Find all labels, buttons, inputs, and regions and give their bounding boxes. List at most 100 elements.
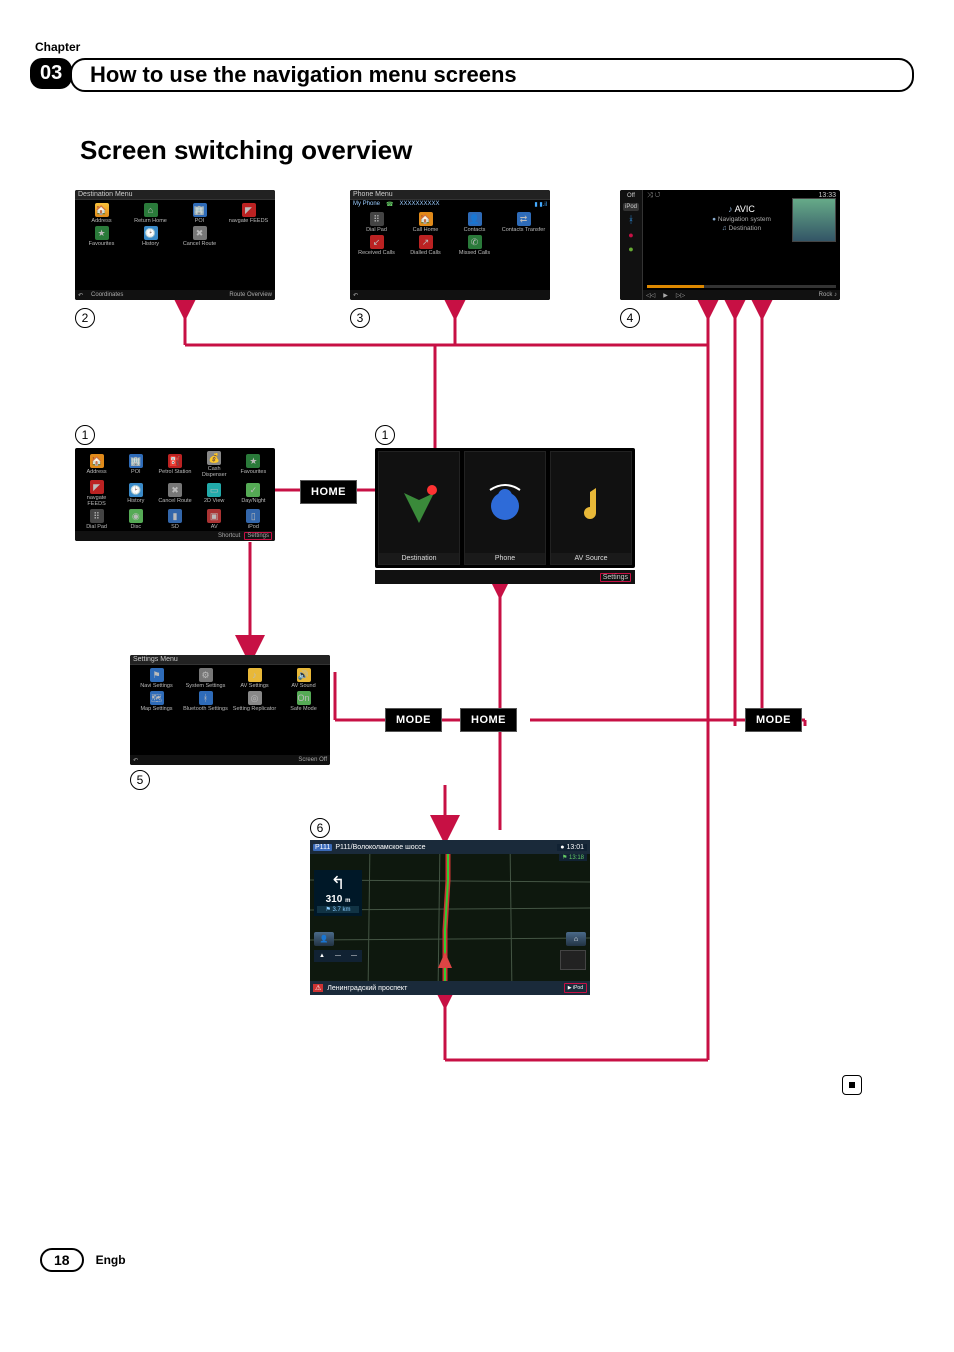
dest-item-favourites: ★Favourites	[78, 226, 125, 247]
back-icon: ↶	[353, 292, 358, 299]
signal-icon: ▮ ▮.il	[534, 201, 547, 208]
screenshot-destination-menu: Destination Menu 🏠Address ⌂Return Home 🏢…	[75, 190, 275, 300]
av-sidebar: Off iPod ᚼ ● ●	[620, 190, 643, 300]
page-number: 18	[40, 1248, 84, 1272]
dialled-calls-icon: ↗	[419, 235, 433, 249]
av-icon: ▣	[207, 509, 221, 523]
av-settings-icon: ♪	[248, 668, 262, 682]
replicator-icon: ◎	[248, 691, 262, 705]
contacts-icon: 👤	[468, 212, 482, 226]
phone-transfer: ⇄Contacts Transfer	[500, 212, 547, 233]
settings-menu-title: Settings Menu	[130, 655, 330, 665]
map-time-2: ⚑ 13:18	[559, 854, 587, 861]
chapter-title: How to use the navigation menu screens	[70, 58, 914, 92]
av-source-ipod: iPod	[623, 203, 639, 211]
road-badge: P111	[313, 844, 332, 851]
phone-contacts: 👤Contacts	[451, 212, 498, 233]
callout-1-left: 1	[75, 425, 95, 445]
dest-item-feeds: ◤navgate FEEDS	[225, 203, 272, 224]
topmenu-settings-button-highlight: Settings	[600, 573, 631, 582]
route-distance: ⚑ 3.7 km	[317, 906, 359, 913]
cancel-route-icon: ✖	[193, 226, 207, 240]
map-av-source-highlight: ▶ iPod	[564, 983, 587, 993]
callout-5: 5	[130, 770, 150, 790]
traffic-icon: ⚠	[313, 984, 323, 992]
screenshot-shortcut-menu: 🏠Address 🏢POI ⛽Petrol Station 💰Cash Disp…	[75, 448, 275, 541]
feeds-icon: ◤	[90, 480, 104, 494]
phone-received: ↙Received Calls	[353, 235, 400, 256]
chapter-number-badge: 03	[30, 58, 72, 89]
navi-settings-icon: ⚑	[150, 668, 164, 682]
mode-button-chip-right: MODE	[745, 708, 802, 732]
address-icon: 🏠	[90, 454, 104, 468]
screenshot-settings-menu: Settings Menu ⚑Navi Settings ⚙System Set…	[130, 655, 330, 765]
home-button-chip: HOME	[300, 480, 357, 504]
cancel-icon: ✖	[168, 483, 182, 497]
bluetooth-icon: ᚼ	[628, 215, 634, 226]
prev-track-icon: ◁◁	[646, 292, 655, 299]
system-settings-icon: ⚙	[199, 668, 213, 682]
screenshot-top-menu: Destination Phone AV Source	[375, 448, 635, 568]
phone-menu-header: Phone Menu	[350, 190, 550, 200]
road-name-top: P111/Волоколамское шоссе	[335, 844, 425, 851]
poi-icon: 🏢	[193, 203, 207, 217]
sd-icon: ▮	[168, 509, 182, 523]
2d-view-icon: ▭	[207, 483, 221, 497]
disc-icon: ◉	[129, 509, 143, 523]
destination-graphic-icon	[394, 478, 444, 528]
turn-arrow-icon: ↰	[317, 873, 359, 894]
page-footer: 18 Engb	[40, 1248, 126, 1272]
phone-call-home: 🏠Call Home	[402, 212, 449, 233]
screen-off-label: Screen Off	[298, 757, 327, 763]
top-pane-av-source: AV Source	[550, 451, 632, 565]
dialpad-icon: ⠿	[370, 212, 384, 226]
house-icon: 🏠	[95, 203, 109, 217]
day-night-icon: ✓	[246, 483, 260, 497]
screenshot-map: P111 P111/Волоколамское шоссе ● 13:01 ⚑ …	[310, 840, 590, 995]
bluetooth-settings-icon: ᚼ	[199, 691, 213, 705]
phone-dialled: ↗Dialled Calls	[402, 235, 449, 256]
chapter-label: Chapter	[35, 40, 80, 54]
atm-icon: 💰	[207, 451, 221, 465]
favourites-icon: ★	[95, 226, 109, 240]
settings-button-highlight: Settings	[244, 532, 272, 540]
screen-switching-diagram: Destination Menu 🏠Address ⌂Return Home 🏢…	[75, 190, 875, 1090]
turn-distance: 310 m	[317, 894, 359, 905]
missed-calls-icon: ✆	[468, 235, 482, 249]
road-name-bottom: Ленинградский проспект	[327, 985, 407, 992]
history-icon: 🕑	[144, 226, 158, 240]
transfer-icon: ⇄	[517, 212, 531, 226]
back-icon: ↶	[78, 292, 83, 299]
dest-item-poi: 🏢POI	[176, 203, 223, 224]
play-icon: ▶	[663, 292, 668, 299]
phone-dial-pad: ⠿Dial Pad	[353, 212, 400, 233]
music-note-graphic-icon	[566, 478, 616, 528]
callout-3: 3	[350, 308, 370, 328]
dialpad-icon: ⠿	[90, 509, 104, 523]
screenshot-phone-menu: Phone Menu My Phone ☎XXXXXXXXXX ▮ ▮.il ⠿…	[350, 190, 550, 300]
callout-6: 6	[310, 818, 330, 838]
phone-graphic-icon	[480, 478, 530, 528]
dest-item-history: 🕑History	[127, 226, 174, 247]
language-code: Engb	[96, 1253, 126, 1267]
phone-name: My Phone	[353, 201, 380, 208]
map-inset	[560, 950, 586, 970]
screenshot-av-source: Off iPod ᚼ ● ● ⤨ ↺ 13:33 ♪ AVIC ● Naviga…	[620, 190, 840, 300]
destination-menu-title: Destination Menu	[75, 190, 275, 200]
dest-item-return-home: ⌂Return Home	[127, 203, 174, 224]
phone-number: XXXXXXXXXX	[400, 201, 440, 208]
star-icon: ★	[246, 454, 260, 468]
ipod-icon: ▯	[246, 509, 260, 523]
return-home-icon: ⌂	[144, 203, 158, 217]
poi-icon: 🏢	[129, 454, 143, 468]
av-sound-icon: 🔊	[297, 668, 311, 682]
map-time-1: ● 13:01	[557, 844, 587, 851]
next-track-icon: ▷▷	[676, 292, 685, 299]
safe-mode-icon: On	[297, 691, 311, 705]
callout-2: 2	[75, 308, 95, 328]
source-dot-icon: ●	[628, 244, 633, 254]
call-home-icon: 🏠	[419, 212, 433, 226]
map-ui-button-right: ⌂	[566, 932, 586, 946]
destination-footer: ↶ Coordinates Route Overview	[75, 290, 275, 300]
dest-item-address: 🏠Address	[78, 203, 125, 224]
